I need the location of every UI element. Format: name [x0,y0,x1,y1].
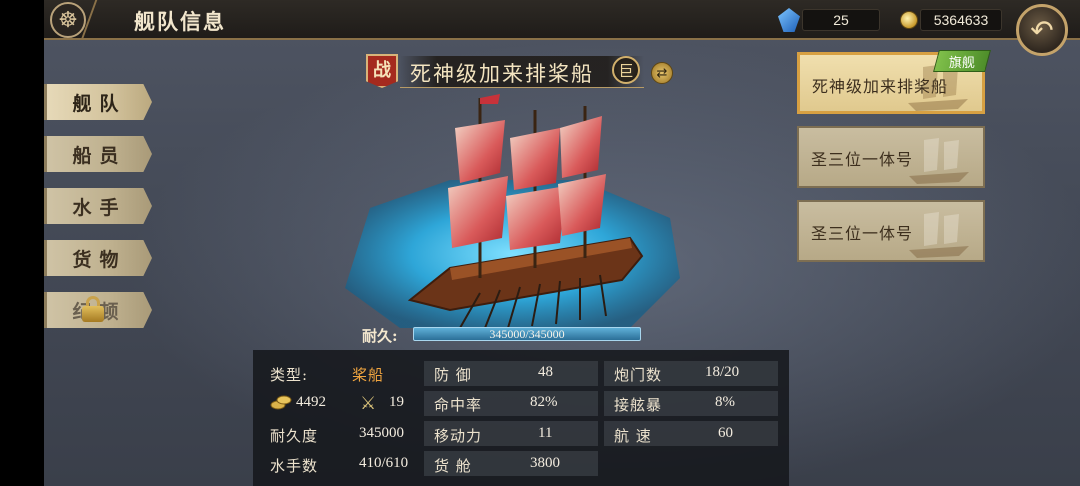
back-arrow-icon: ↶ [1030,13,1054,47]
size-badge: 巨 [612,56,640,84]
swap-icon[interactable]: ⇄ [651,62,673,84]
cannon-label: 炮门数 [614,366,663,384]
durability-label: 耐久: [362,327,398,345]
fleet-card-2[interactable]: 圣三位一体号 [797,126,985,188]
cannon-value: 18/20 [705,364,740,380]
mobility-label: 移动力 [434,427,483,445]
ship-name: 死神级加来排桨船 [410,62,594,86]
flagship-tag: 旗舰 [933,50,991,72]
boarding-label: 接舷暴 [614,396,663,414]
fleet-ship-name: 圣三位一体号 [811,224,914,243]
type-value: 桨船 [352,366,385,384]
sailors-label: 水手数 [270,457,319,475]
boarding-value: 8% [715,394,735,410]
fleet-ship-name: 死神级加来排桨船 [812,77,949,96]
cargo-value: 3800 [530,455,560,471]
durability-text: 345000/345000 [489,326,565,341]
speed-value: 60 [718,425,733,441]
menu-crew[interactable]: 船员 [44,136,152,172]
type-label: 类型: [270,366,309,384]
menu-cargo-label: 货物 [72,248,127,271]
cargo-label: 货 舱 [434,457,472,475]
ship-wheel-icon: ☸ [50,2,86,38]
speed-label: 航 速 [614,427,652,445]
flagship-tag-label: 旗舰 [948,55,975,71]
crossed-swords-icon: ⚔ [360,393,377,414]
coin-stack-icon [270,395,292,410]
fleet-card-3[interactable]: 圣三位一体号 [797,200,985,262]
menu-fleet[interactable]: 舰队 [44,84,152,120]
sword-value: 19 [389,394,404,410]
menu-cargo[interactable]: 货物 [44,240,152,276]
coin-icon [900,11,918,29]
war-badge: 战 [366,54,398,88]
accuracy-label: 命中率 [434,396,483,414]
sailors-value: 410/610 [359,455,409,471]
defense-value: 48 [538,364,553,380]
accuracy-value: 82% [530,394,558,410]
durability-stat-label: 耐久度 [270,427,319,445]
ship-illustration [345,94,680,329]
coin-value: 4492 [296,394,326,410]
page-title: 舰队信息 [134,9,226,34]
defense-label: 防 御 [434,366,472,384]
left-black-strip [0,0,44,486]
menu-sailors-label: 水手 [72,196,127,219]
coin-count: 5364633 [920,9,1002,31]
ship-flag [480,94,500,104]
durability-stat-value: 345000 [359,425,404,441]
back-button[interactable]: ↶ [1016,4,1068,56]
mobility-value: 11 [538,425,553,441]
gem-count: 25 [802,9,880,31]
menu-crew-label: 船员 [72,144,127,167]
menu-fleet-label: 舰队 [72,92,127,115]
lock-icon [82,296,104,322]
menu-sailors[interactable]: 水手 [44,188,152,224]
fleet-ship-name: 圣三位一体号 [811,150,914,169]
